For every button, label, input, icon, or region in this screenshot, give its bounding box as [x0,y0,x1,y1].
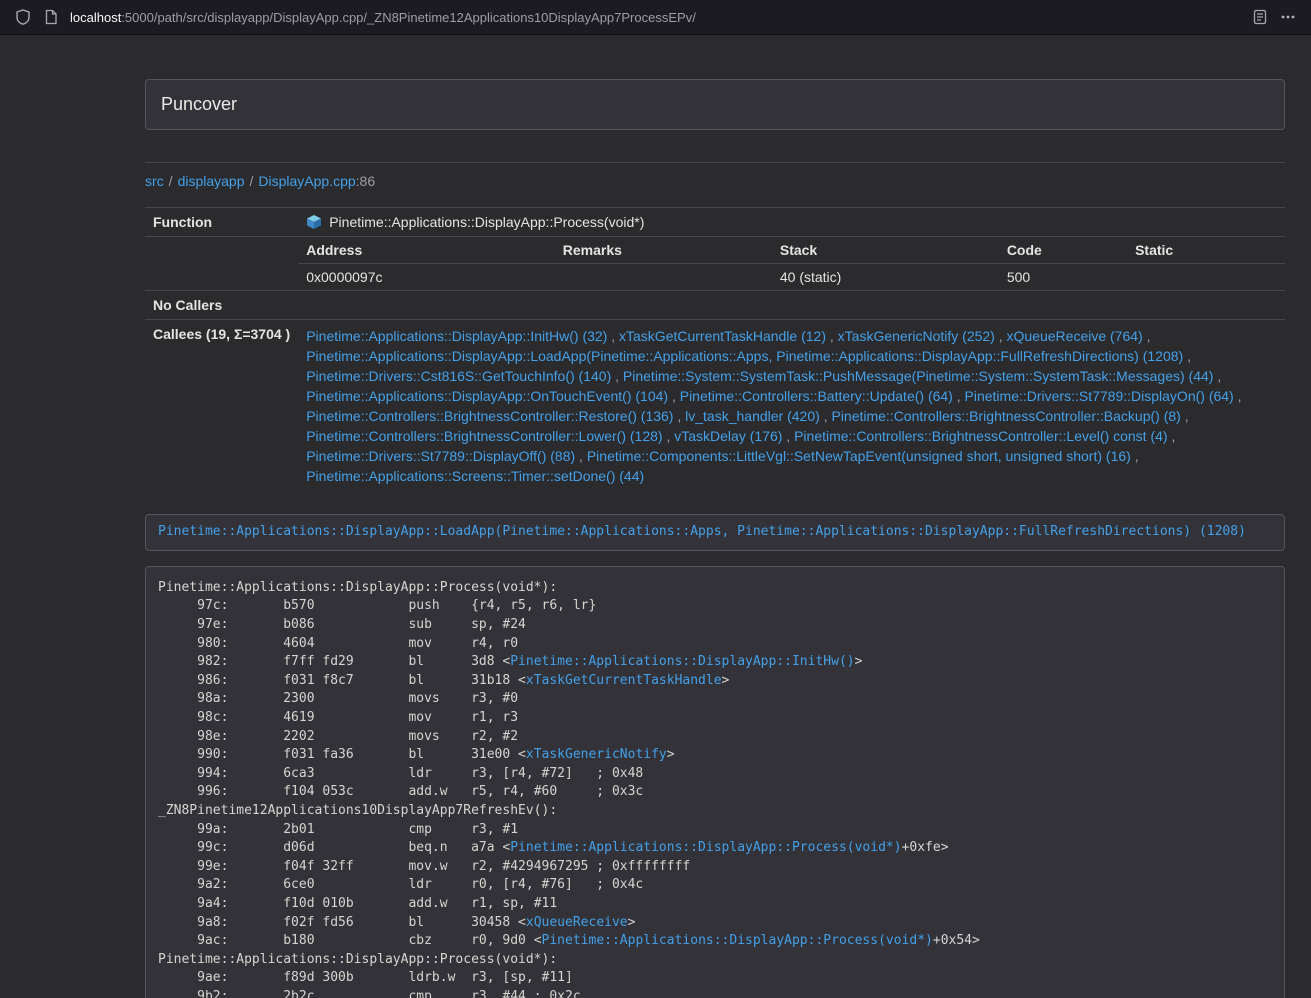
callee-link[interactable]: Pinetime::System::SystemTask::PushMessag… [623,368,1214,384]
callee-link[interactable]: lv_task_handler (420) [685,408,820,424]
callee-separator: , [607,328,619,344]
code-symbol-link[interactable]: Pinetime::Applications::DisplayApp::Proc… [510,840,901,855]
breadcrumb-line-number: :86 [356,173,375,189]
callee-link[interactable]: Pinetime::Controllers::BrightnessControl… [306,428,662,444]
breadcrumb-separator: / [164,173,178,189]
callees-row: Callees (19, Σ=3704 ) Pinetime::Applicat… [145,320,1285,493]
callee-separator: , [820,408,832,424]
callee-link[interactable]: Pinetime::Drivers::St7789::DisplayOff() … [306,448,575,464]
column-address: Address [298,237,555,264]
callee-separator: , [1168,428,1176,444]
callee-separator: , [575,448,587,464]
metrics-value-row: 0x0000097c 40 (static) 500 [298,264,1285,291]
code-symbol-link[interactable]: Pinetime::Applications::DisplayApp::Proc… [542,933,933,948]
code-symbol-link[interactable]: xQueueReceive [526,915,628,930]
page-title: Puncover [161,94,1269,115]
breadcrumb: src/displayapp/DisplayApp.cpp:86 [145,173,1285,189]
callees-label: Callees (19, Σ=3704 ) [145,320,298,493]
column-stack: Stack [772,237,999,264]
no-callers-label: No Callers [145,291,298,320]
callee-link[interactable]: Pinetime::Applications::Screens::Timer::… [306,468,644,484]
function-row: Function Pinetime::Applications::Display… [145,208,1285,237]
callee-separator: , [668,388,680,404]
callee-link[interactable]: Pinetime::Controllers::Battery::Update()… [680,388,953,404]
code-symbol-link[interactable]: Pinetime::Applications::DisplayApp::Init… [510,654,854,669]
symbol-table: Function Pinetime::Applications::Display… [145,207,1285,492]
page-container: Puncover src/displayapp/DisplayApp.cpp:8… [145,79,1285,998]
remarks-value [555,264,772,291]
callee-link[interactable]: Pinetime::Components::LittleVgl::SetNewT… [587,448,1131,464]
callee-separator: , [1181,408,1189,424]
shield-icon[interactable] [14,8,32,26]
callee-separator: , [953,388,965,404]
callee-separator: , [663,428,675,444]
callee-link[interactable]: Pinetime::Drivers::St7789::DisplayOn() (… [965,388,1234,404]
breadcrumb-link-file[interactable]: DisplayApp.cpp [258,173,355,189]
callee-separator: , [782,428,794,444]
callee-separator: , [1183,348,1191,364]
callee-separator: , [673,408,685,424]
function-label: Function [145,208,298,237]
callee-link[interactable]: xQueueReceive (764) [1007,328,1143,344]
callee-link[interactable]: Pinetime::Applications::DisplayApp::Init… [306,328,607,344]
callee-separator: , [1213,368,1221,384]
divider [145,162,1285,163]
callee-link[interactable]: Pinetime::Applications::DisplayApp::Load… [306,348,1183,364]
no-callers-row: No Callers [145,291,1285,320]
column-remarks: Remarks [555,237,772,264]
code-symbol-link[interactable]: xTaskGetCurrentTaskHandle [526,673,722,688]
address-value: 0x0000097c [298,264,555,291]
function-name: Pinetime::Applications::DisplayApp::Proc… [329,214,644,230]
browser-bar: localhost:5000/path/src/displayapp/Displ… [0,0,1311,35]
callees-cell: Pinetime::Applications::DisplayApp::Init… [298,320,1285,493]
callee-link[interactable]: Pinetime::Controllers::BrightnessControl… [831,408,1180,424]
breadcrumb-link-src[interactable]: src [145,173,164,189]
address-host: localhost [70,10,121,25]
callee-separator: , [826,328,838,344]
callee-link[interactable]: Pinetime::Applications::DisplayApp::OnTo… [306,388,668,404]
callee-link[interactable]: Pinetime::Controllers::BrightnessControl… [306,408,673,424]
callee-link[interactable]: Pinetime::Controllers::BrightnessControl… [794,428,1167,444]
highlighted-symbol-box: Pinetime::Applications::DisplayApp::Load… [145,514,1285,551]
static-value [1127,264,1285,291]
highlighted-symbol-link[interactable]: Pinetime::Applications::DisplayApp::Load… [158,524,1246,539]
disassembly-block: Pinetime::Applications::DisplayApp::Proc… [145,566,1285,998]
address-path: :5000/path/src/displayapp/DisplayApp.cpp… [121,10,696,25]
breadcrumb-separator: / [245,173,259,189]
address-bar[interactable]: localhost:5000/path/src/displayapp/Displ… [70,10,1241,25]
callee-link[interactable]: Pinetime::Drivers::Cst816S::GetTouchInfo… [306,368,611,384]
breadcrumb-link-displayapp[interactable]: displayapp [178,173,245,189]
overflow-menu-icon[interactable] [1279,8,1297,26]
page-info-icon[interactable] [42,8,60,26]
code-value: 500 [999,264,1127,291]
function-icon [306,214,322,230]
callee-separator: , [995,328,1007,344]
callee-separator: , [1131,448,1139,464]
callee-link[interactable]: xTaskGetCurrentTaskHandle (12) [619,328,826,344]
callee-separator: , [1143,328,1151,344]
metrics-header-row: Address Remarks Stack Code Static [298,237,1285,264]
reader-view-icon[interactable] [1251,8,1269,26]
metrics-table: Address Remarks Stack Code Static 0x0000… [298,237,1285,290]
callee-link[interactable]: xTaskGenericNotify (252) [838,328,995,344]
callee-link[interactable]: vTaskDelay (176) [674,428,782,444]
metrics-row: Address Remarks Stack Code Static 0x0000… [145,237,1285,291]
code-symbol-link[interactable]: xTaskGenericNotify [526,747,667,762]
callee-separator: , [611,368,623,384]
column-code: Code [999,237,1127,264]
stack-value: 40 (static) [772,264,999,291]
app-header-panel: Puncover [145,79,1285,130]
callee-separator: , [1234,388,1242,404]
column-static: Static [1127,237,1285,264]
